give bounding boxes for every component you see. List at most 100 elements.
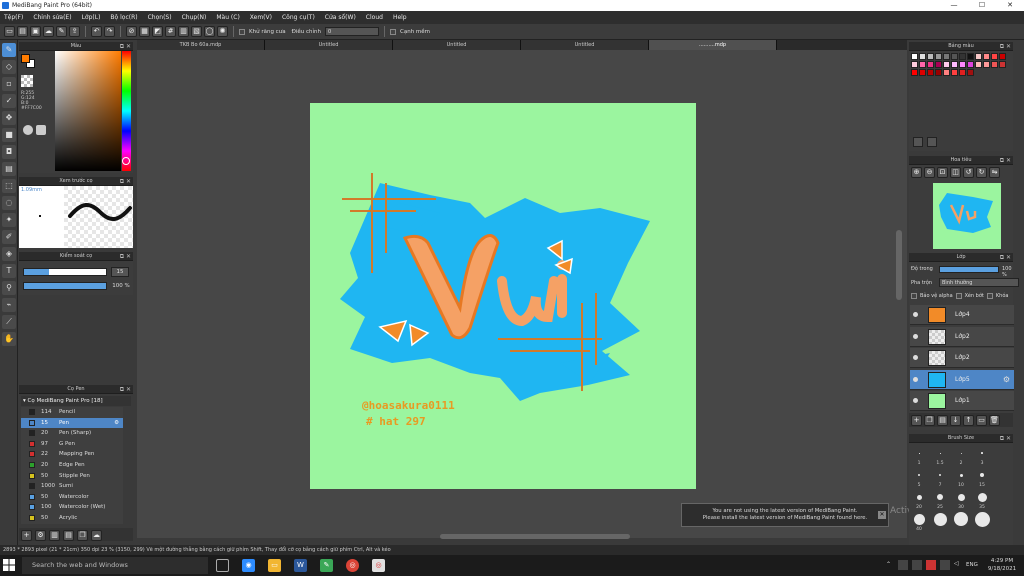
brush-settings-gear-icon[interactable]: ⚙ [114, 418, 119, 429]
check-tool-icon[interactable]: ✓ [2, 94, 16, 108]
menu-snap[interactable]: Chụp(N) [182, 14, 207, 21]
hand-tool-icon[interactable]: ✋ [2, 332, 16, 346]
hue-slider[interactable] [122, 51, 131, 171]
palette-swatch[interactable] [983, 61, 990, 68]
brush-opacity-slider[interactable] [23, 282, 107, 290]
dot-tool-icon[interactable]: ▫ [2, 77, 16, 91]
rotate-right-icon[interactable]: ↻ [976, 167, 987, 178]
delete-layer-icon[interactable]: 🗑 [989, 415, 1000, 426]
brush-folder-icon[interactable]: ▤ [63, 530, 74, 541]
palette-swatch[interactable] [919, 69, 926, 76]
panel-close-icon[interactable]: ⧉ ✕ [1000, 42, 1011, 51]
palette-swatch[interactable] [927, 61, 934, 68]
zoom-in-icon[interactable]: ⊕ [911, 167, 922, 178]
brush-list-item[interactable]: 50 Watercolor [21, 491, 123, 503]
network-icon[interactable] [940, 560, 950, 570]
palette-delete-icon[interactable] [927, 137, 937, 147]
brush-size-preset[interactable] [913, 513, 925, 525]
actual-size-icon[interactable]: ◫ [950, 167, 961, 178]
file-explorer-icon[interactable]: ▭ [268, 559, 281, 572]
taskbar-search-input[interactable]: Search the web and Windows [22, 557, 208, 574]
brush-list-item[interactable]: 50 Stipple Pen [21, 470, 123, 482]
volume-icon[interactable]: ◁ [954, 560, 959, 567]
open-file-icon[interactable]: ▤ [17, 26, 28, 37]
bucket-tool-icon[interactable]: ◘ [2, 145, 16, 159]
zoom-app-icon[interactable]: ◉ [242, 559, 255, 572]
text-tool-icon[interactable]: T [2, 264, 16, 278]
palette-swatch[interactable] [975, 61, 982, 68]
brush-list-item[interactable]: 15 Pen ⚙ [21, 417, 123, 429]
brush-list-item[interactable]: 20 Pen (Sharp) [21, 428, 123, 439]
brush-size-preset[interactable] [957, 493, 965, 501]
palette-swatch[interactable] [935, 61, 942, 68]
palette-swatch[interactable] [919, 53, 926, 60]
palette-swatch[interactable] [927, 53, 934, 60]
menu-help[interactable]: Help [393, 14, 407, 21]
brush-group-header[interactable]: ▾ Cọ MediBang Paint Pro [18] [21, 396, 131, 406]
move-tool-icon[interactable]: ✥ [2, 111, 16, 125]
gradient-tool-icon[interactable]: ▤ [2, 162, 16, 176]
palette-swatch[interactable] [951, 61, 958, 68]
undo-icon[interactable]: ↶ [91, 26, 102, 37]
doc-tab[interactable]: Untitled [265, 40, 393, 50]
deselect-icon[interactable]: ⊘ [126, 26, 137, 37]
brush-delete-icon[interactable]: ▥ [49, 530, 60, 541]
brush-size-preset[interactable] [954, 512, 968, 526]
maximize-button[interactable]: ☐ [968, 0, 996, 11]
invert-selection-icon[interactable]: ◩ [152, 26, 163, 37]
brush-list-item[interactable]: 22 Mapping Pen [21, 449, 123, 460]
brush-list-item[interactable]: 100 Watercolor (Wet) [21, 502, 123, 513]
layer-row[interactable]: Lớp5 ⚙ [910, 369, 1014, 390]
menu-tools[interactable]: Công cụ(T) [282, 14, 315, 21]
fill-rect-icon[interactable]: ■ [2, 128, 16, 142]
palette-swatch[interactable] [991, 61, 998, 68]
palette-swatch[interactable] [911, 61, 918, 68]
brush-size-preset[interactable] [977, 492, 987, 502]
layer-visibility-icon[interactable] [913, 376, 918, 382]
layer-opacity-slider[interactable] [939, 266, 999, 273]
brush-size-preset[interactable] [974, 511, 990, 527]
grid-icon[interactable]: # [165, 26, 176, 37]
clipping-checkbox[interactable] [955, 293, 962, 299]
lasso-tool-icon[interactable]: ◌ [2, 196, 16, 210]
brush-size-preset[interactable] [933, 512, 947, 526]
brush-copy-icon[interactable]: ❐ [77, 530, 88, 541]
ruler-icon[interactable]: ▧ [191, 26, 202, 37]
palette-swatch[interactable] [967, 53, 974, 60]
rotate-left-icon[interactable]: ↺ [963, 167, 974, 178]
palette-swatch[interactable] [935, 69, 942, 76]
task-view-icon[interactable] [216, 559, 229, 572]
layer-up-icon[interactable]: ↑ [963, 415, 974, 426]
layer-visibility-icon[interactable] [913, 398, 918, 403]
cloud-icon[interactable]: ☁ [43, 26, 54, 37]
brush-mode-icon[interactable]: ✎ [56, 26, 67, 37]
menu-file[interactable]: Tệp(F) [4, 14, 23, 21]
doc-tab[interactable]: TKB Bo 60a.mdp [137, 40, 265, 50]
share-icon[interactable]: ⇪ [69, 26, 80, 37]
brush-size-preset[interactable] [938, 473, 942, 477]
circle-snap-icon[interactable]: ◯ [204, 26, 215, 37]
redo-icon[interactable]: ↷ [104, 26, 115, 37]
palette-swatch[interactable] [959, 53, 966, 60]
select-all-icon[interactable]: ▦ [139, 26, 150, 37]
palette-swatch[interactable] [975, 53, 982, 60]
tray-chevron-icon[interactable]: ⌃ [886, 561, 891, 568]
brush-size-preset[interactable] [918, 474, 920, 476]
transparent-color-icon[interactable] [21, 75, 33, 87]
hue-handle[interactable] [122, 157, 130, 165]
brush-add-icon[interactable]: + [21, 530, 32, 541]
language-indicator[interactable]: ENG [966, 562, 978, 568]
palette-swatch[interactable] [911, 69, 918, 76]
select-eraser-icon[interactable]: ◈ [2, 247, 16, 261]
menu-edit[interactable]: Chỉnh sửa(E) [33, 14, 71, 21]
select-pen-icon[interactable]: ✐ [2, 230, 16, 244]
panel-close-icon[interactable]: ⧉ ✕ [120, 252, 131, 261]
tray-icon-2[interactable] [912, 560, 922, 570]
layer-down-icon[interactable]: ↓ [950, 415, 961, 426]
layer-folder-icon[interactable]: ▭ [976, 415, 987, 426]
brush-size-value[interactable]: 15 [111, 267, 129, 277]
palette-swatch[interactable] [943, 61, 950, 68]
color-slider-icon[interactable] [36, 125, 46, 135]
brush-size-preset[interactable] [980, 473, 984, 477]
close-button[interactable]: ✕ [996, 0, 1024, 11]
